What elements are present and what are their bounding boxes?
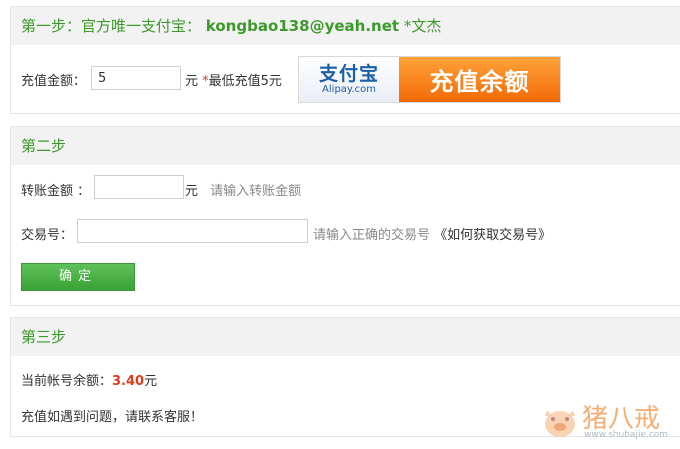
trade-hint: 请输入正确的交易号: [313, 228, 431, 243]
site-watermark: 猪八戒 www.shubajie.com: [540, 398, 670, 444]
alipay-account: kongbao138@yeah.net: [205, 17, 400, 35]
step3-header: 第三步: [11, 318, 680, 356]
step3-title: 第三步: [21, 328, 67, 346]
alipay-logo: 支付宝 Alipay.com: [299, 57, 399, 102]
step1-header: 第一步：官方唯一支付宝： kongbao138@yeah.net *文杰: [11, 7, 680, 45]
help-row: 充值如遇到问题，请联系客服！: [21, 406, 203, 425]
transfer-amount-input[interactable]: [94, 175, 184, 199]
step2-header: 第二步: [11, 127, 680, 165]
transfer-currency: 元: [185, 184, 199, 199]
step1-title: 第一步：官方唯一支付宝：: [21, 17, 202, 35]
transfer-row: 转账金额 ：: [21, 180, 90, 199]
min-recharge-note: 最低充值5元: [208, 74, 282, 89]
trade-number-input[interactable]: [77, 219, 308, 243]
balance-value: 3.40: [112, 374, 145, 389]
transfer-suffix: 元 请输入转账金额: [185, 180, 301, 199]
recharge-balance-label: 充值余额: [399, 57, 560, 102]
step2-title: 第二步: [21, 137, 67, 155]
trade-label: 交易号：: [21, 228, 74, 243]
confirm-button[interactable]: 确定: [21, 263, 135, 291]
amount-row: 充值金额：: [21, 70, 86, 89]
balance-unit: 元: [144, 374, 158, 389]
transfer-label: 转账金额 ：: [21, 184, 91, 199]
alipay-recharge-button[interactable]: 支付宝 Alipay.com 充值余额: [298, 56, 561, 103]
alipay-domain: Alipay.com: [322, 83, 376, 95]
help-text: 充值如遇到问题，请联系客服！: [21, 410, 204, 425]
watermark-url: www.shubajie.com: [584, 430, 669, 440]
pig-logo-icon: [545, 410, 575, 437]
trade-row: 交易号：: [21, 224, 73, 243]
balance-label: 当前帐号余额：: [21, 374, 113, 389]
amount-currency: 元: [185, 74, 199, 89]
account-owner: *文杰: [403, 17, 442, 35]
transfer-hint: 请输入转账金额: [210, 184, 302, 199]
how-to-get-trade-number-link[interactable]: 《如何获取交易号》: [434, 228, 551, 243]
amount-suffix: 元 *最低充值5元: [185, 70, 282, 89]
step1-panel: 第一步：官方唯一支付宝： kongbao138@yeah.net *文杰 充值金…: [10, 6, 680, 114]
trade-suffix: 请输入正确的交易号 《如何获取交易号》: [313, 224, 551, 243]
balance-row: 当前帐号余额：3.40元: [21, 370, 157, 389]
amount-label: 充值金额：: [21, 74, 87, 89]
recharge-amount-input[interactable]: [91, 66, 181, 90]
step2-panel: 第二步 转账金额 ： 元 请输入转账金额 交易号： 请输入正确的交易号 《如何获…: [10, 126, 680, 306]
alipay-logo-text: 支付宝: [318, 62, 379, 85]
